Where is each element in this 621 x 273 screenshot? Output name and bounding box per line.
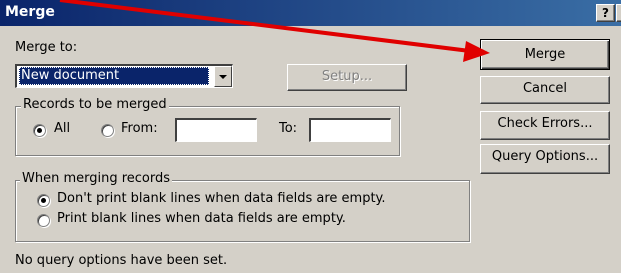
close-button[interactable]: X bbox=[616, 4, 621, 22]
title-bar: Merge ? X bbox=[0, 0, 621, 26]
records-group-title: Records to be merged bbox=[21, 97, 169, 112]
merge-button[interactable]: Merge bbox=[480, 39, 610, 70]
merge-to-selected-value: New document bbox=[19, 67, 209, 85]
from-radio[interactable] bbox=[101, 124, 114, 137]
merge-to-label: Merge to: bbox=[15, 40, 78, 55]
blank-lines-group-title: When merging records bbox=[20, 171, 173, 186]
window-title: Merge bbox=[5, 4, 55, 20]
status-message: No query options have been set. bbox=[15, 253, 228, 268]
query-options-button[interactable]: Query Options... bbox=[480, 144, 610, 174]
dont-print-blank-lines-radio[interactable] bbox=[37, 194, 50, 207]
chevron-down-icon[interactable] bbox=[214, 66, 232, 87]
to-label: To: bbox=[279, 121, 298, 136]
cancel-button[interactable]: Cancel bbox=[480, 76, 610, 104]
to-input[interactable] bbox=[309, 118, 391, 142]
print-blank-lines-label: Print blank lines when data fields are e… bbox=[57, 211, 346, 226]
merge-to-dropdown[interactable]: New document bbox=[15, 64, 233, 88]
from-label: From: bbox=[121, 121, 158, 136]
setup-button[interactable]: Setup... bbox=[287, 64, 407, 91]
print-blank-lines-radio[interactable] bbox=[37, 214, 50, 227]
dont-print-blank-lines-label: Don't print blank lines when data fields… bbox=[57, 191, 386, 206]
check-errors-button[interactable]: Check Errors... bbox=[480, 111, 610, 140]
all-radio[interactable] bbox=[33, 124, 46, 137]
help-button[interactable]: ? bbox=[596, 4, 615, 22]
all-label: All bbox=[54, 121, 71, 136]
from-input[interactable] bbox=[175, 118, 257, 142]
